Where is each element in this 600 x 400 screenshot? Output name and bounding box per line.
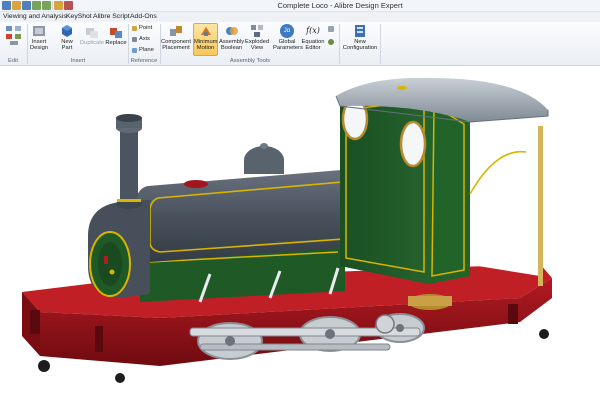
new-part-label-2: Part (61, 45, 73, 52)
undo-icon[interactable] (32, 1, 41, 10)
axis-button[interactable]: Axis (132, 36, 150, 42)
new-configuration-button[interactable]: New Configuration (341, 24, 379, 52)
configuration-extra-button-2[interactable] (328, 39, 334, 45)
minimum-motion-label-2: Motion (196, 45, 215, 52)
assembly-boolean-icon (225, 27, 238, 35)
insert-design-button[interactable]: Insert Design (29, 24, 49, 52)
component-placement-button[interactable]: Component Placement (161, 24, 191, 52)
equation-editor-label-2: Editor (305, 45, 321, 52)
options-icon[interactable] (54, 1, 63, 10)
group-label-insert: Insert (70, 58, 86, 64)
new-file-icon[interactable] (2, 1, 11, 10)
tab-alibre-script[interactable]: Alibre Script (93, 12, 130, 22)
exploded-view-label-2: View (250, 45, 264, 52)
new-configuration-icon (355, 25, 365, 37)
global-parameters-button[interactable]: Jα Global Parameters (273, 24, 303, 52)
insert-design-icon (33, 26, 45, 36)
component-placement-label-2: Placement (162, 45, 190, 52)
tab-keyshot[interactable]: KeyShot (66, 12, 92, 22)
insert-design-label-2: Design (29, 45, 49, 52)
replace-label: Replace (105, 40, 127, 46)
save-icon[interactable] (22, 1, 31, 10)
replace-button[interactable]: Replace (105, 27, 127, 46)
3d-viewport[interactable] (0, 66, 600, 400)
ribbon-tabs: Viewing and Analysis KeyShot Alibre Scri… (0, 12, 600, 22)
axis-icon (132, 36, 137, 42)
component-placement-icon (170, 26, 182, 36)
duplicate-icon (86, 28, 98, 38)
point-label: Point (139, 25, 153, 31)
global-parameters-label-2: Parameters (273, 45, 303, 52)
configuration-small-icon (328, 26, 334, 32)
duplicate-button[interactable]: Duplicate (78, 27, 106, 46)
smokebox[interactable] (88, 200, 150, 298)
edit-tools[interactable] (3, 25, 25, 48)
quick-access-toolbar (2, 1, 73, 10)
open-file-icon[interactable] (12, 1, 21, 10)
plane-icon (132, 47, 137, 53)
assembly-boolean-button[interactable]: Assembly Boolean (219, 24, 244, 52)
equation-editor-button[interactable]: f(x) Equation Editor (301, 24, 325, 52)
minimum-motion-icon (200, 27, 211, 36)
tab-viewing-and-analysis[interactable]: Viewing and Analysis (3, 12, 67, 22)
group-label-edit: Edit (8, 58, 18, 64)
axis-label: Axis (139, 36, 150, 42)
cab[interactable] (335, 77, 549, 286)
configuration-extra-button[interactable] (328, 26, 334, 32)
new-part-icon (62, 25, 72, 37)
point-button[interactable]: Point (132, 25, 152, 31)
locomotive-model[interactable] (0, 66, 600, 400)
global-parameters-icon: Jα (280, 24, 294, 38)
replace-icon (110, 28, 122, 38)
plane-button[interactable]: Plane (132, 47, 154, 53)
new-configuration-label-2: Configuration (342, 45, 378, 52)
equation-editor-icon: f(x) (306, 26, 320, 35)
window-title: Complete Loco - Alibre Design Expert (277, 1, 403, 10)
redo-icon[interactable] (42, 1, 51, 10)
exploded-view-button[interactable]: Exploded View (245, 24, 269, 52)
edit-tools-icon (6, 26, 21, 45)
ribbon: Edit Insert Design New Part Duplicate Re… (0, 22, 600, 66)
exploded-view-icon (251, 25, 263, 37)
new-part-button[interactable]: New Part (57, 24, 77, 52)
group-label-assembly-tools: Assembly Tools (229, 58, 271, 64)
tab-add-ons[interactable]: Add-Ons (130, 12, 157, 22)
group-label-reference: Reference (130, 58, 158, 64)
help-icon[interactable] (64, 1, 73, 10)
point-icon (132, 25, 137, 31)
assembly-boolean-label-2: Boolean (220, 45, 243, 52)
duplicate-label: Duplicate (79, 40, 105, 46)
title-bar: Complete Loco - Alibre Design Expert (0, 0, 600, 12)
configuration-small-icon-2 (328, 39, 334, 45)
minimum-motion-button[interactable]: Minimum Motion (193, 23, 218, 56)
plane-label: Plane (139, 47, 154, 53)
